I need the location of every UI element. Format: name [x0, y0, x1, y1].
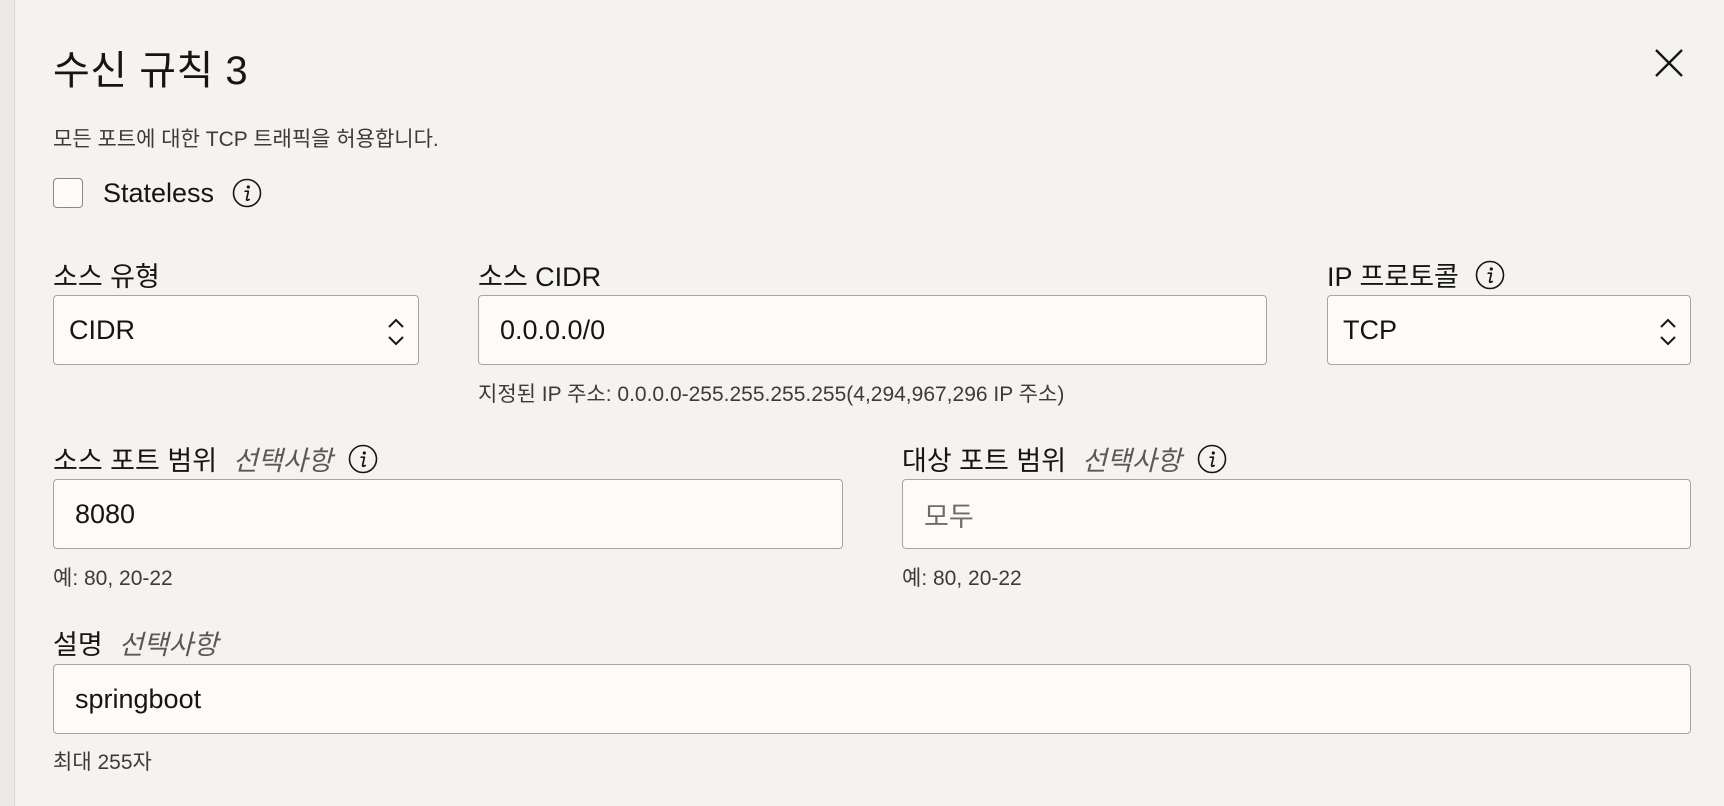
destination-port-range-hint: 예: 80, 20-22 — [902, 567, 1022, 590]
close-icon[interactable] — [1652, 46, 1686, 80]
chevron-up-down-icon — [388, 318, 404, 346]
source-cidr-input[interactable]: 0.0.0.0/0 — [478, 295, 1267, 365]
source-type-label: 소스 유형 — [53, 255, 160, 294]
destination-port-range-label: 대상 포트 범위 선택사항 — [902, 439, 1227, 478]
panel-left-border — [0, 0, 15, 806]
source-cidr-value: 0.0.0.0/0 — [500, 314, 606, 345]
source-cidr-label: 소스 CIDR — [478, 255, 601, 294]
source-port-range-value: 8080 — [75, 498, 136, 529]
destination-port-range-placeholder: 모두 — [924, 501, 974, 532]
ip-protocol-select[interactable]: TCP — [1327, 295, 1691, 365]
source-port-range-label-text: 소스 포트 범위 — [53, 446, 218, 476]
ip-protocol-label-text: IP 프로토콜 — [1327, 262, 1459, 292]
dialog-description: 모든 포트에 대한 TCP 트래픽을 허용합니다. — [53, 128, 439, 151]
destination-port-range-label-text: 대상 포트 범위 — [902, 446, 1067, 476]
stateless-checkbox[interactable] — [53, 178, 83, 208]
info-icon[interactable] — [232, 178, 262, 208]
description-hint: 최대 255자 — [53, 751, 152, 774]
optional-tag: 선택사항 — [118, 630, 219, 660]
source-port-range-hint: 예: 80, 20-22 — [53, 567, 173, 590]
info-icon[interactable] — [348, 444, 378, 474]
description-value: springboot — [75, 683, 202, 714]
ip-protocol-label: IP 프로토콜 — [1327, 255, 1505, 294]
optional-tag: 선택사항 — [1082, 446, 1182, 476]
description-label: 설명 선택사항 — [53, 623, 218, 662]
source-type-select[interactable]: CIDR — [53, 295, 419, 365]
source-type-value: CIDR — [69, 314, 135, 345]
source-cidr-label-text: 소스 CIDR — [478, 262, 602, 292]
source-port-range-input[interactable]: 8080 — [53, 479, 843, 549]
chevron-up-down-icon — [1660, 318, 1676, 346]
info-icon[interactable] — [1475, 260, 1505, 290]
stateless-label[interactable]: Stateless — [103, 178, 214, 209]
destination-port-range-input[interactable]: 모두 — [902, 479, 1691, 549]
source-type-label-text: 소스 유형 — [53, 262, 160, 292]
stateless-option: Stateless — [53, 176, 262, 210]
close-button[interactable] — [1652, 46, 1686, 80]
source-port-range-label: 소스 포트 범위 선택사항 — [53, 439, 378, 478]
ip-protocol-value: TCP — [1343, 314, 1397, 345]
description-input[interactable]: springboot — [53, 664, 1691, 734]
optional-tag: 선택사항 — [233, 446, 333, 476]
source-cidr-hint: 지정된 IP 주소: 0.0.0.0-255.255.255.255(4,294… — [478, 383, 1065, 406]
ingress-rule-panel: 수신 규칙 3 모든 포트에 대한 TCP 트래픽을 허용합니다. Statel… — [0, 0, 1724, 806]
dialog-title: 수신 규칙 3 — [53, 49, 249, 93]
info-icon[interactable] — [1197, 444, 1227, 474]
description-label-text: 설명 — [53, 630, 103, 660]
